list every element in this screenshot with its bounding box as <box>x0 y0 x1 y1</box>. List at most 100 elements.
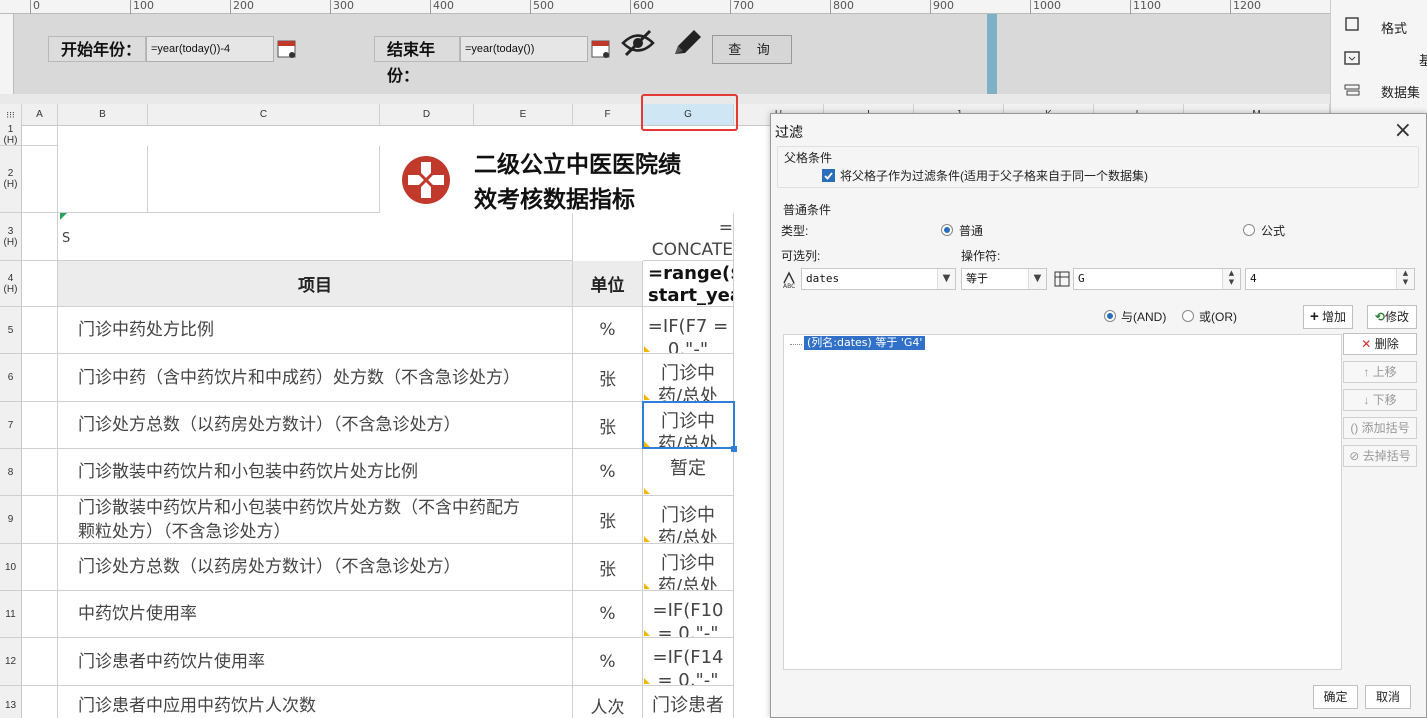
unit-cell[interactable]: % <box>573 449 643 496</box>
cell-a[interactable] <box>22 496 58 544</box>
eye-hidden-icon[interactable] <box>620 28 656 61</box>
column-header-a[interactable]: A <box>22 104 58 126</box>
item-cell[interactable]: 门诊中药（含中药饮片和中成药）处方数（不含急诊处方） <box>58 354 573 402</box>
item-cell[interactable]: 门诊患者中药饮片使用率 <box>58 638 573 686</box>
row-header[interactable]: 7 <box>0 402 22 449</box>
item-cell[interactable]: 门诊处方总数（以药房处方数计）（不含急诊处方） <box>58 402 573 449</box>
item-cell[interactable]: 门诊处方总数（以药房处方数计）（不含急诊处方） <box>58 544 573 591</box>
modify-button[interactable]: ⟲修改 <box>1367 305 1417 329</box>
operator-select[interactable]: 等于 ▼ <box>961 268 1047 290</box>
move-up-button[interactable]: ↑ 上移 <box>1343 361 1417 383</box>
cell-a[interactable] <box>22 124 58 146</box>
row-header[interactable]: 3 (H) <box>0 213 22 261</box>
format-tab[interactable]: 格式 <box>1381 18 1407 37</box>
start-calendar-icon[interactable] <box>276 37 298 61</box>
query-button[interactable]: 查 询 <box>712 35 792 64</box>
type-normal-radio[interactable] <box>941 224 953 236</box>
unit-cell[interactable]: % <box>573 307 643 354</box>
cancel-button[interactable]: 取消 <box>1365 685 1411 709</box>
cell-g3[interactable]: = CONCATE <box>643 213 734 261</box>
unit-cell[interactable]: % <box>573 638 643 686</box>
end-calendar-icon[interactable] <box>590 37 612 61</box>
formula-cell-g[interactable]: =IF(F14 = 0,"-" <box>643 638 734 686</box>
row-header[interactable]: 13 <box>0 686 22 718</box>
row-header[interactable]: 1 (H) <box>0 124 22 146</box>
formula-cell-g[interactable]: =IF(F7 = 0,"-" <box>643 307 734 354</box>
dropdown-widget-icon[interactable] <box>1343 50 1361 66</box>
cell-reference-icon[interactable] <box>1053 270 1071 291</box>
formula-cell-g[interactable]: 门诊中 药/总处 <box>643 496 734 544</box>
cell-a[interactable] <box>22 146 58 213</box>
cell-a[interactable] <box>22 686 58 718</box>
row-header[interactable]: 12 <box>0 638 22 686</box>
panel-resize-handle[interactable] <box>987 14 997 94</box>
formula-cell-g[interactable]: 门诊中 药/总处 <box>643 354 734 402</box>
type-formula-radio[interactable] <box>1243 224 1255 236</box>
spinner-icon[interactable]: ▲ ▼ <box>1222 269 1240 289</box>
parent-checkbox[interactable] <box>822 169 835 182</box>
value-field-row[interactable]: 4 ▲ ▼ <box>1245 268 1415 290</box>
column-header-f[interactable]: F <box>573 104 643 126</box>
condition-list[interactable]: (列名:dates) 等于 'G4' <box>783 334 1342 670</box>
ok-button[interactable]: 确定 <box>1313 685 1358 709</box>
formula-cell-g[interactable]: 门诊患者 <box>643 686 734 718</box>
row-header[interactable]: 10 <box>0 544 22 591</box>
column-header-e[interactable]: E <box>474 104 573 126</box>
basic-tab[interactable]: 基 <box>1419 50 1427 69</box>
move-down-button[interactable]: ↓ 下移 <box>1343 389 1417 411</box>
and-radio[interactable] <box>1104 310 1116 322</box>
unit-cell[interactable]: % <box>573 591 643 638</box>
square-icon[interactable] <box>1343 16 1361 32</box>
add-bracket-button[interactable]: () 添加括号 <box>1343 417 1417 439</box>
row-header[interactable]: 9 <box>0 496 22 544</box>
dataset-icon[interactable] <box>1343 82 1361 98</box>
pencil-icon[interactable] <box>670 27 704 62</box>
item-cell[interactable]: 门诊散装中药饮片和小包装中药饮片处方比例 <box>58 449 573 496</box>
delete-button[interactable]: ✕ 删除 <box>1343 333 1417 355</box>
cell-a[interactable] <box>22 591 58 638</box>
row-header[interactable]: 2 (H) <box>0 146 22 213</box>
unit-cell[interactable]: 张 <box>573 354 643 402</box>
row-header[interactable]: 6 <box>0 354 22 402</box>
item-cell[interactable]: 中药饮片使用率 <box>58 591 573 638</box>
cell-a[interactable] <box>22 261 58 307</box>
row-header[interactable]: 11 <box>0 591 22 638</box>
item-cell[interactable]: 门诊散装中药饮片和小包装中药饮片处方数（不含中药配方 颗粒处方）（不含急诊处方） <box>58 496 573 544</box>
row-header[interactable]: 5 <box>0 307 22 354</box>
item-cell[interactable]: 门诊中药处方比例 <box>58 307 573 354</box>
cell-a[interactable] <box>22 402 58 449</box>
end-year-input[interactable]: =year(today()) <box>460 36 588 62</box>
row-header[interactable]: 4 (H) <box>0 261 22 307</box>
cell-a[interactable] <box>22 449 58 496</box>
dataset-tab[interactable]: 数据集 <box>1381 82 1420 101</box>
header-item[interactable]: 项目 <box>58 261 573 307</box>
header-unit[interactable]: 单位 <box>573 261 643 307</box>
cell-d2[interactable] <box>380 124 474 213</box>
add-button[interactable]: + 增加 <box>1303 305 1353 329</box>
or-radio[interactable] <box>1182 310 1194 322</box>
cell-a[interactable] <box>22 638 58 686</box>
unit-cell[interactable]: 张 <box>573 544 643 591</box>
item-cell[interactable]: 门诊患者中应用中药饮片人次数 <box>58 686 573 718</box>
remove-bracket-button[interactable]: ⊘ 去掉括号 <box>1343 445 1417 467</box>
close-icon[interactable]: × <box>1394 118 1412 143</box>
cell-a[interactable] <box>22 213 58 261</box>
chevron-down-icon[interactable]: ▼ <box>937 269 955 289</box>
cell-g4[interactable]: =range($ start_yea <box>643 261 734 307</box>
column-header-b[interactable]: B <box>58 104 148 126</box>
unit-cell[interactable]: 张 <box>573 402 643 449</box>
row-header[interactable]: 8 <box>0 449 22 496</box>
formula-cell-g[interactable]: 暂定 <box>643 449 734 496</box>
cell-b2[interactable] <box>58 146 148 213</box>
column-select[interactable]: dates ▼ <box>801 268 956 290</box>
column-header-c[interactable]: C <box>148 104 380 126</box>
unit-cell[interactable]: 张 <box>573 496 643 544</box>
unit-cell[interactable]: 人次 <box>573 686 643 718</box>
formula-cell-g[interactable]: =IF(F10 = 0,"-" <box>643 591 734 638</box>
column-header-d[interactable]: D <box>380 104 474 126</box>
cell-c2[interactable] <box>148 146 380 213</box>
cell-a[interactable] <box>22 307 58 354</box>
selection-fill-handle[interactable] <box>731 446 737 452</box>
cell-a[interactable] <box>22 544 58 591</box>
value-field-column[interactable]: G ▲ ▼ <box>1073 268 1241 290</box>
